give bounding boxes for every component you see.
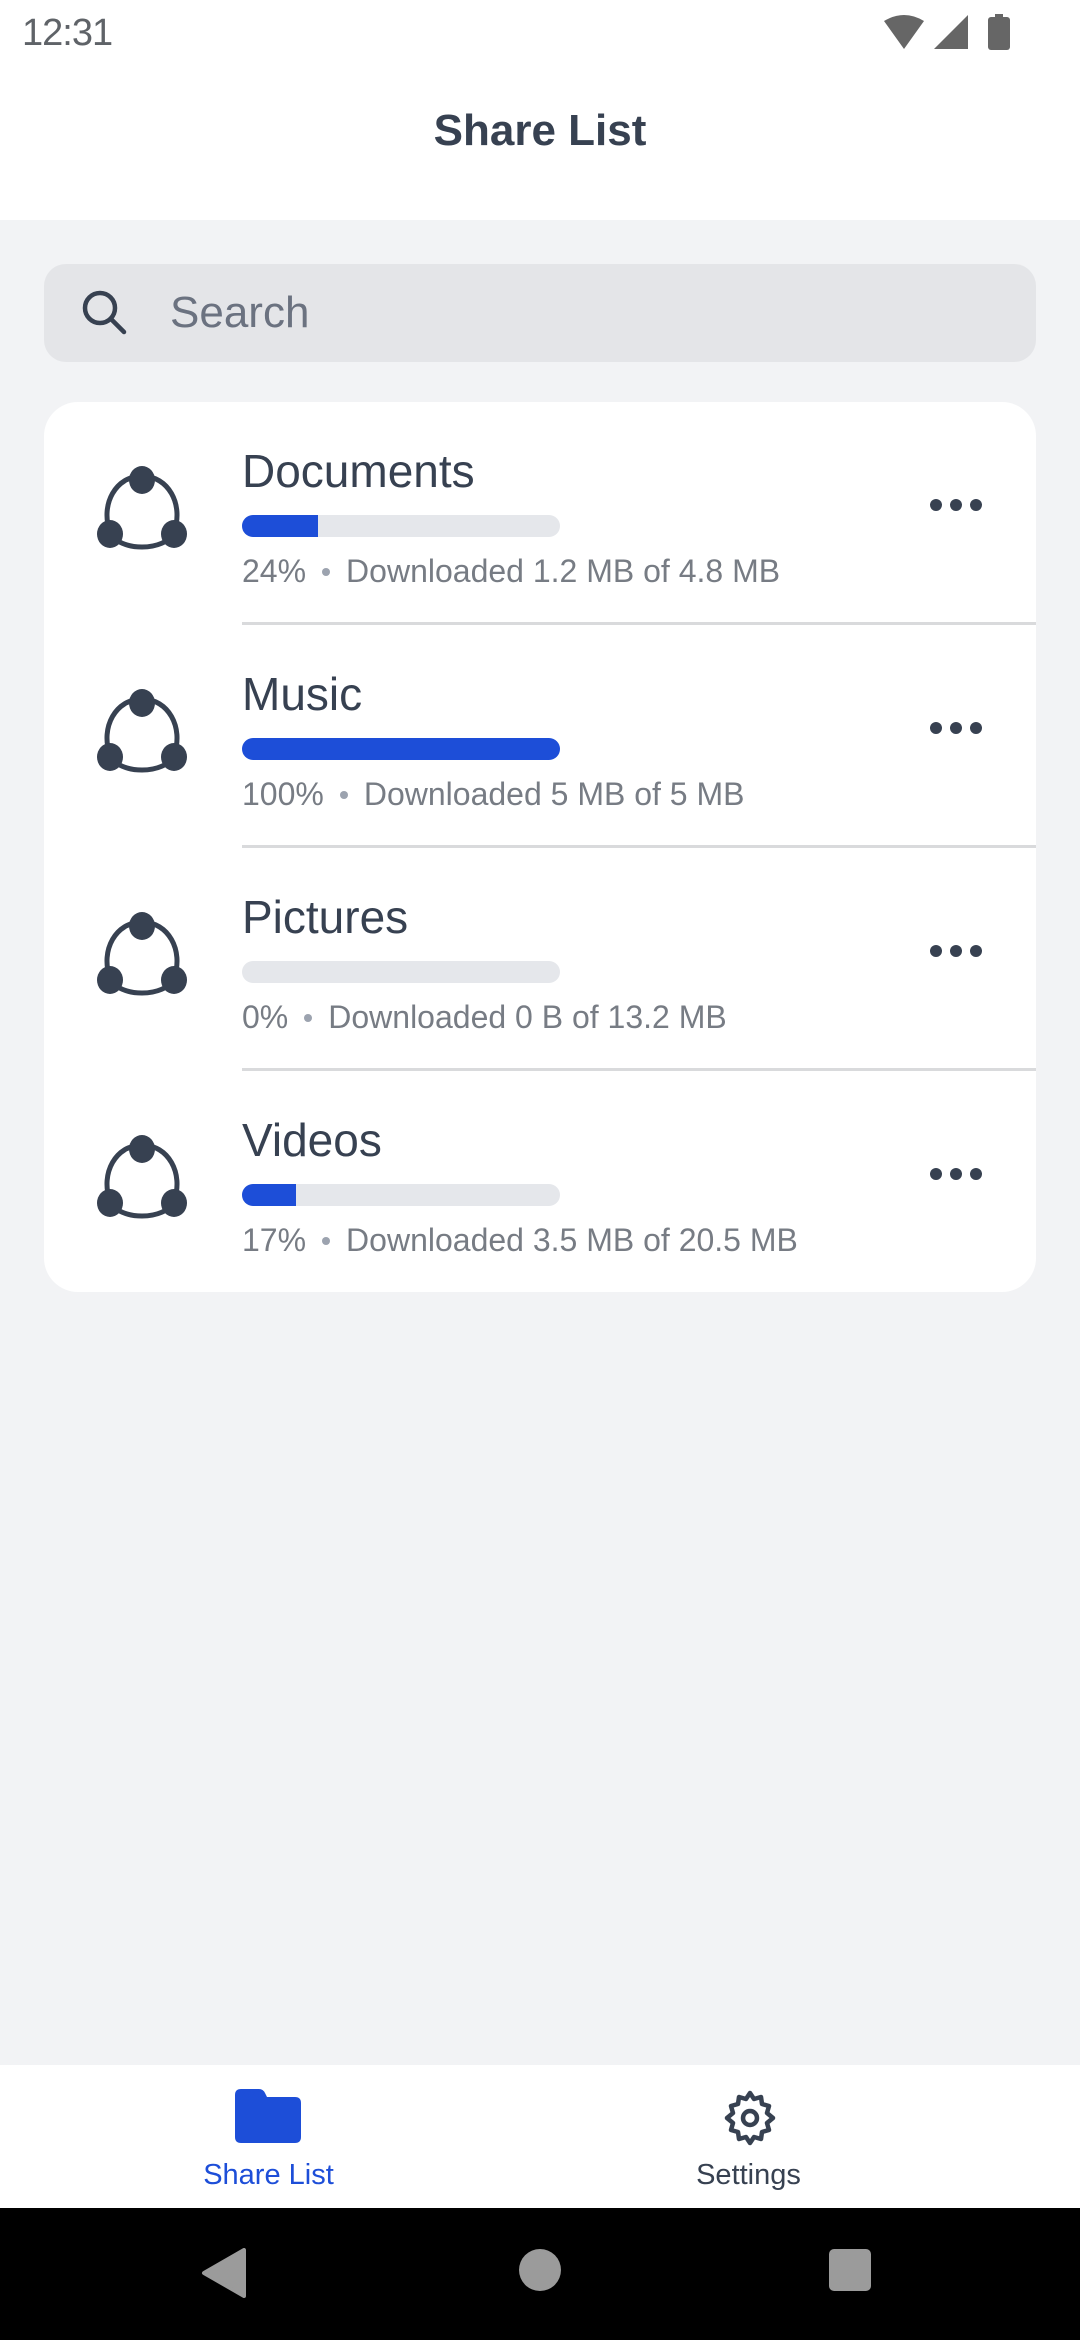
more-horizontal-icon (929, 944, 983, 963)
back-icon[interactable] (200, 2248, 246, 2303)
separator-dot (304, 1013, 313, 1022)
status-time: 12:31 (22, 12, 113, 54)
app-bar: Share List (0, 66, 1080, 220)
system-navigation-bar (0, 2208, 1080, 2340)
more-options-button[interactable] (916, 1151, 996, 1201)
progress-percent: 0% (242, 999, 289, 1035)
share-network-icon (96, 912, 188, 1009)
download-status: 100% Downloaded 5 MB of 5 MB (242, 776, 744, 813)
more-options-button[interactable] (916, 928, 996, 978)
share-name: Music (242, 668, 363, 720)
share-network-icon (96, 689, 188, 786)
share-name: Pictures (242, 891, 409, 943)
more-options-button[interactable] (916, 705, 996, 755)
more-horizontal-icon (929, 1167, 983, 1186)
download-progress-fill (242, 1184, 297, 1206)
more-horizontal-icon (929, 721, 983, 740)
more-horizontal-icon (929, 498, 983, 517)
download-status: 24% Downloaded 1.2 MB of 4.8 MB (242, 553, 780, 590)
share-name: Documents (242, 445, 475, 497)
download-progress-fill (242, 515, 319, 537)
download-status-text: Downloaded 3.5 MB of 20.5 MB (346, 1222, 798, 1258)
share-network-icon (96, 1135, 188, 1232)
download-status: 0% Downloaded 0 B of 13.2 MB (242, 999, 727, 1036)
download-progress-bar (242, 1184, 560, 1206)
more-options-button[interactable] (916, 482, 996, 532)
download-status-text: Downloaded 0 B of 13.2 MB (328, 999, 727, 1035)
download-progress-bar (242, 738, 560, 760)
download-status-text: Downloaded 1.2 MB of 4.8 MB (346, 553, 781, 589)
gear-icon (721, 2089, 779, 2152)
battery-icon (988, 14, 1010, 50)
download-progress-bar (242, 961, 560, 983)
download-progress-fill (242, 738, 560, 760)
search-bar[interactable] (44, 264, 1036, 362)
download-progress-bar (242, 515, 560, 537)
separator-dot (322, 1236, 331, 1245)
share-item-videos[interactable]: Videos 17% Downloaded 3.5 MB of 20.5 MB (44, 1071, 1036, 1292)
cellular-signal-icon (934, 15, 968, 49)
status-bar: 12:31 (0, 0, 1080, 66)
tab-settings[interactable]: Settings (500, 2065, 1040, 2208)
share-network-icon (96, 466, 188, 563)
download-status: 17% Downloaded 3.5 MB of 20.5 MB (242, 1222, 798, 1259)
progress-percent: 17% (242, 1222, 307, 1258)
folder-icon (235, 2089, 301, 2148)
bottom-navigation: Share List Settings (0, 2065, 1080, 2208)
progress-percent: 100% (242, 776, 324, 812)
status-icons (884, 14, 1010, 50)
search-input[interactable] (170, 264, 1010, 362)
share-name: Videos (242, 1114, 382, 1166)
search-icon (80, 288, 130, 343)
progress-percent: 24% (242, 553, 307, 589)
share-item-music[interactable]: Music 100% Downloaded 5 MB of 5 MB (44, 625, 1036, 848)
separator-dot (339, 790, 348, 799)
download-status-text: Downloaded 5 MB of 5 MB (363, 776, 745, 812)
share-item-pictures[interactable]: Pictures 0% Downloaded 0 B of 13.2 MB (44, 848, 1036, 1071)
tab-label: Settings (696, 2159, 801, 2191)
recents-icon[interactable] (828, 2248, 872, 2297)
wifi-icon (884, 15, 924, 49)
share-list: Documents 24% Downloaded 1.2 MB of 4.8 M… (44, 402, 1036, 1292)
home-icon[interactable] (518, 2248, 562, 2297)
separator-dot (322, 567, 331, 576)
share-item-documents[interactable]: Documents 24% Downloaded 1.2 MB of 4.8 M… (44, 402, 1036, 625)
page-title: Share List (433, 106, 647, 155)
